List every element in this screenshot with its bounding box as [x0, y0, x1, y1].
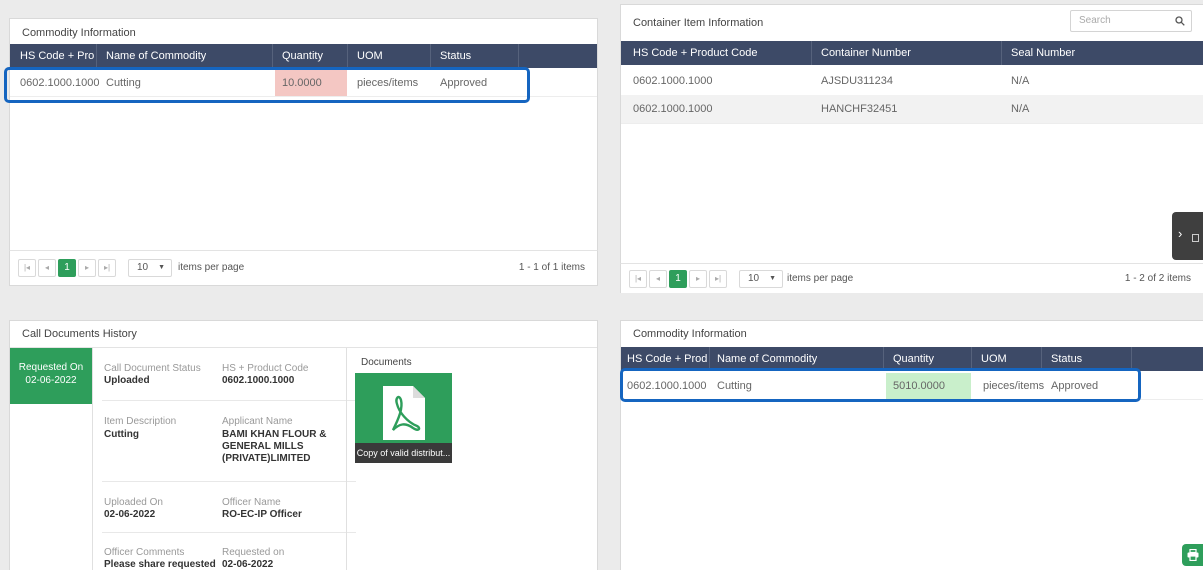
row-container-number: AJSDU311234 [821, 75, 893, 87]
uploaded-on-value: 02-06-2022 [104, 509, 156, 520]
requested-on-tab[interactable]: Requested On 02-06-2022 [10, 348, 93, 570]
officer-comments-label: Officer Comments [104, 547, 185, 558]
pager-left: |◂ ◂ 1 ▸ ▸| 10 ▼ items per page 1 - 1 of… [9, 250, 598, 284]
page-size-value: 10 [137, 262, 149, 273]
documents-label: Documents [361, 357, 412, 368]
documents-column-divider [346, 348, 347, 570]
table-row[interactable]: 0602.1000.1000 HANCHF32451 N/A [621, 95, 1203, 124]
applicant-name-line1: BAMI KHAN FLOUR & [222, 429, 327, 440]
first-page-button[interactable]: |◂ [18, 259, 36, 277]
highlight-box [4, 67, 530, 103]
panel-title: Commodity Information [22, 27, 136, 39]
col-quantity[interactable]: Quantity [282, 44, 323, 68]
requested-on-badge: Requested On 02-06-2022 [10, 348, 92, 404]
row-seal-number: N/A [1011, 103, 1030, 115]
page-size-value: 10 [748, 273, 760, 284]
items-per-page-label: items per page [787, 273, 854, 284]
items-per-page-label: items per page [178, 262, 245, 273]
panel-title: Commodity Information [633, 328, 747, 340]
row-hs-code: 0602.1000.1000 [633, 103, 713, 115]
col-name[interactable]: Name of Commodity [106, 44, 206, 68]
table-header: HS Code + Produ... Name of Commodity Qua… [10, 44, 597, 68]
pdf-icon [383, 386, 425, 440]
requested-on-label-2: Requested on [222, 547, 285, 558]
commodity-info-panel-left: Commodity Information HS Code + Produ...… [9, 18, 598, 286]
highlight-box [620, 368, 1141, 402]
chevron-right-icon: › [1178, 226, 1183, 241]
uploaded-on-label: Uploaded On [104, 497, 163, 508]
officer-name-value: RO-EC-IP Officer [222, 509, 302, 520]
chevron-down-icon: ▼ [769, 275, 776, 282]
row-hs-code: 0602.1000.1000 [633, 75, 713, 87]
panel-title: Call Documents History [22, 328, 137, 340]
row-container-number: HANCHF32451 [821, 103, 898, 115]
document-caption: Copy of valid distribut... [355, 443, 452, 463]
requested-on-value: 02-06-2022 [25, 375, 77, 386]
col-uom[interactable]: UOM [357, 44, 383, 68]
commodity-info-panel-right: Commodity Information HS Code + Produc..… [620, 320, 1203, 570]
page-size-select[interactable]: 10 ▼ [128, 259, 172, 277]
requested-on-value-2: 02-06-2022 [222, 559, 274, 570]
page-number-button[interactable]: 1 [669, 270, 687, 288]
applicant-name-label: Applicant Name [222, 416, 293, 427]
search-input[interactable]: Search [1070, 10, 1192, 32]
col-seal-number[interactable]: Seal Number [1011, 41, 1075, 65]
side-panel-toggle[interactable]: › [1172, 212, 1203, 260]
hs-code-label: HS + Product Code [222, 363, 309, 374]
table-header: HS Code + Product Code Container Number … [621, 41, 1203, 65]
next-page-button[interactable]: ▸ [689, 270, 707, 288]
pager-info: 1 - 2 of 2 items [1124, 273, 1191, 284]
prev-page-button[interactable]: ◂ [649, 270, 667, 288]
officer-comments-value: Please share requested [104, 559, 216, 570]
applicant-name-line2: GENERAL MILLS [222, 441, 304, 452]
col-hs-code[interactable]: HS Code + Product Code [633, 41, 757, 65]
panel-icon [1192, 234, 1199, 242]
first-page-button[interactable]: |◂ [629, 270, 647, 288]
document-tile[interactable]: Copy of valid distribut... [355, 373, 452, 463]
col-hs-code[interactable]: HS Code + Produ... [20, 44, 94, 68]
status-value: Uploaded [104, 375, 150, 386]
table-row[interactable]: 0602.1000.1000 AJSDU311234 N/A [621, 67, 1203, 96]
col-status[interactable]: Status [440, 44, 471, 68]
status-label: Call Document Status [104, 363, 201, 374]
search-icon[interactable] [1175, 16, 1185, 26]
call-documents-panel: Call Documents History Requested On 02-0… [9, 320, 598, 570]
page-size-select[interactable]: 10 ▼ [739, 270, 783, 288]
print-icon [1187, 549, 1199, 561]
container-item-panel: Container Item Information Search HS Cod… [620, 4, 1203, 286]
last-page-button[interactable]: ▸| [98, 259, 116, 277]
officer-name-label: Officer Name [222, 497, 281, 508]
page-number-button[interactable]: 1 [58, 259, 76, 277]
pager-info: 1 - 1 of 1 items [518, 262, 585, 273]
pager-container: |◂ ◂ 1 ▸ ▸| 10 ▼ items per page 1 - 2 of… [620, 263, 1203, 293]
requested-on-label: Requested On [18, 362, 84, 373]
chevron-down-icon: ▼ [158, 264, 165, 271]
prev-page-button[interactable]: ◂ [38, 259, 56, 277]
next-page-button[interactable]: ▸ [78, 259, 96, 277]
panel-title: Container Item Information [633, 17, 764, 29]
last-page-button[interactable]: ▸| [709, 270, 727, 288]
item-description-label: Item Description [104, 416, 177, 427]
print-button[interactable] [1182, 544, 1203, 566]
hs-code-value: 0602.1000.1000 [222, 375, 295, 386]
item-description-value: Cutting [104, 429, 139, 440]
applicant-name-line3: (PRIVATE)LIMITED [222, 453, 311, 464]
header-divider [10, 347, 597, 348]
search-placeholder: Search [1079, 15, 1111, 26]
col-container-number[interactable]: Container Number [821, 41, 911, 65]
row-seal-number: N/A [1011, 75, 1030, 87]
